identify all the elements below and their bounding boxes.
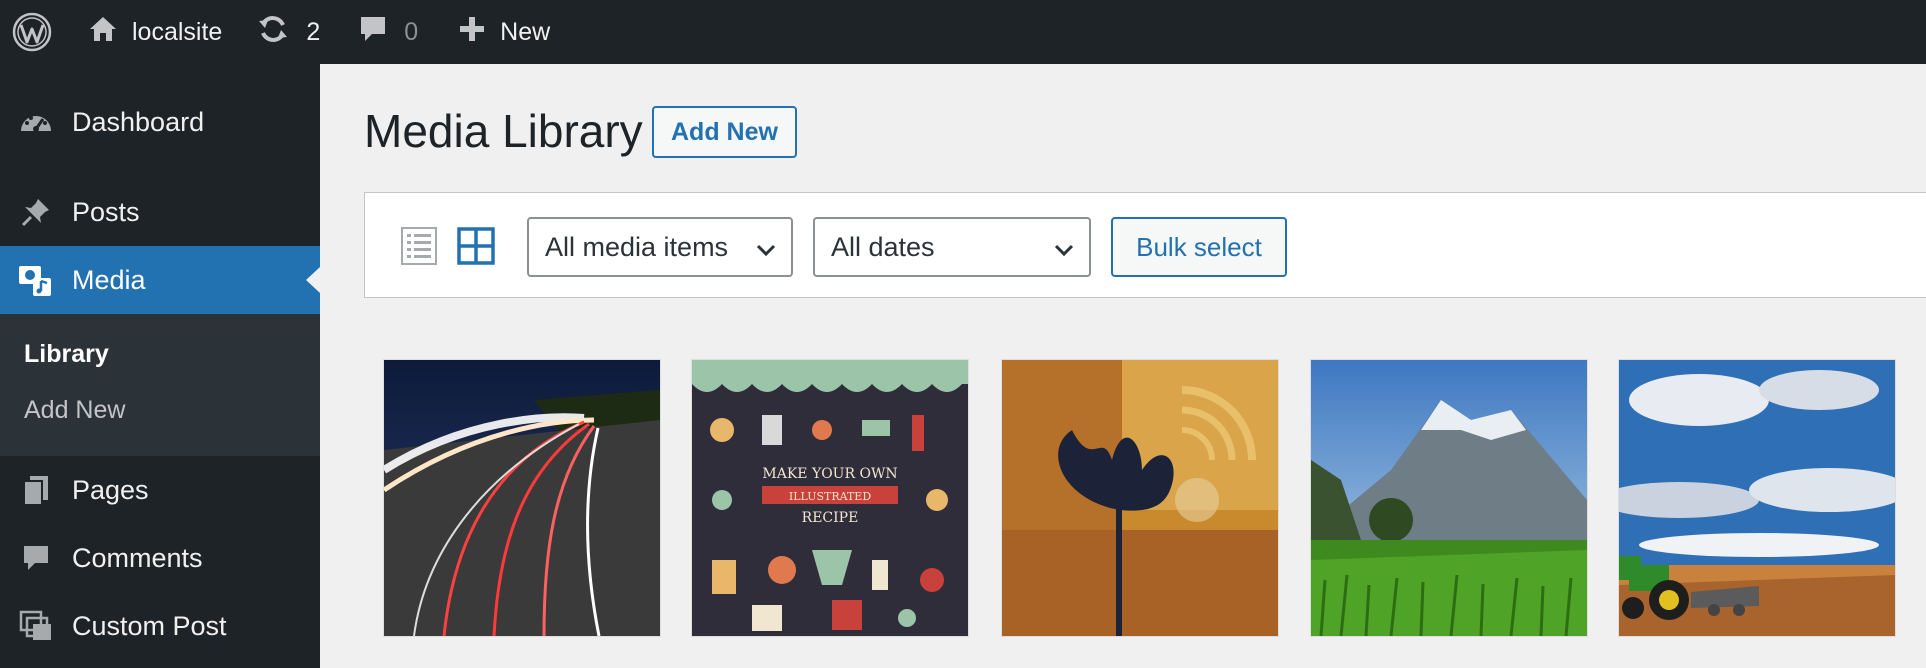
svg-text:MAKE YOUR OWN: MAKE YOUR OWN xyxy=(762,466,897,482)
media-item-tractor[interactable] xyxy=(1619,360,1895,636)
bulk-select-button[interactable]: Bulk select xyxy=(1111,217,1287,277)
sidebar-item-comments[interactable]: Comments xyxy=(0,524,320,592)
media-type-value: All media items xyxy=(545,231,729,262)
comment-icon xyxy=(0,543,72,573)
grid-view-icon[interactable] xyxy=(457,227,495,265)
site-name-label: localsite xyxy=(132,17,223,46)
submenu-library[interactable]: Library xyxy=(24,340,109,369)
comment-bubble-icon xyxy=(358,14,388,51)
new-label: New xyxy=(500,17,551,46)
date-filter-value: All dates xyxy=(831,231,935,262)
wordpress-logo-icon[interactable] xyxy=(0,0,64,64)
updates-link[interactable]: 2 xyxy=(256,0,320,64)
add-new-button[interactable]: Add New xyxy=(652,106,797,158)
media-toolbar: All media items All dates Bulk select xyxy=(364,192,1926,298)
media-item-mountain[interactable] xyxy=(1311,360,1587,636)
plus-icon xyxy=(458,15,486,50)
abstract-art-thumbnail xyxy=(1002,360,1278,636)
sidebar-label-dashboard: Dashboard xyxy=(72,106,205,137)
updates-icon xyxy=(256,14,290,51)
svg-text:ILLUSTRATED: ILLUSTRATED xyxy=(789,490,871,503)
pages-icon xyxy=(0,474,72,506)
chevron-down-icon xyxy=(755,237,777,268)
pin-icon xyxy=(0,196,72,228)
sidebar-item-dashboard[interactable]: Dashboard xyxy=(0,88,320,156)
media-item-abstract-art[interactable] xyxy=(1002,360,1278,636)
dashboard-icon xyxy=(0,107,72,137)
updates-count: 2 xyxy=(306,17,321,46)
sidebar-item-posts[interactable]: Posts xyxy=(0,178,320,246)
new-content-link[interactable]: New xyxy=(458,0,550,64)
home-icon xyxy=(88,14,118,51)
highway-thumbnail xyxy=(384,360,660,636)
chevron-down-icon xyxy=(1053,237,1075,268)
date-filter-select[interactable]: All dates xyxy=(813,217,1091,277)
page-title: Media Library xyxy=(364,105,643,157)
sidebar-label-media: Media xyxy=(72,264,146,295)
site-name-link[interactable]: localsite xyxy=(88,0,222,64)
submenu-add-new[interactable]: Add New xyxy=(24,396,125,425)
recipe-thumbnail: MAKE YOUR OWN ILLUSTRATED RECIPE xyxy=(692,360,968,636)
sidebar-label-posts: Posts xyxy=(72,196,140,227)
sidebar-item-pages[interactable]: Pages xyxy=(0,456,320,524)
media-submenu: Library Add New xyxy=(0,314,320,456)
sidebar-label-pages: Pages xyxy=(72,474,149,505)
comments-count: 0 xyxy=(404,17,419,46)
media-item-highway[interactable] xyxy=(384,360,660,636)
sidebar-item-custom-post[interactable]: Custom Post xyxy=(0,592,320,660)
mountain-thumbnail xyxy=(1311,360,1587,636)
comments-link[interactable]: 0 xyxy=(358,0,418,64)
admin-sidebar: Dashboard Posts Media Library Add New Pa… xyxy=(0,64,320,668)
sidebar-item-media[interactable]: Media xyxy=(0,246,320,314)
list-view-icon[interactable] xyxy=(401,227,437,265)
media-icon xyxy=(0,262,72,298)
custom-post-icon xyxy=(0,610,72,642)
admin-bar: localsite 2 0 New xyxy=(0,0,1926,64)
media-item-recipe[interactable]: MAKE YOUR OWN ILLUSTRATED RECIPE xyxy=(692,360,968,636)
media-type-select[interactable]: All media items xyxy=(527,217,793,277)
svg-text:RECIPE: RECIPE xyxy=(802,510,859,526)
tractor-thumbnail xyxy=(1619,360,1895,636)
sidebar-label-comments: Comments xyxy=(72,542,203,573)
sidebar-label-custom-post: Custom Post xyxy=(72,610,227,641)
